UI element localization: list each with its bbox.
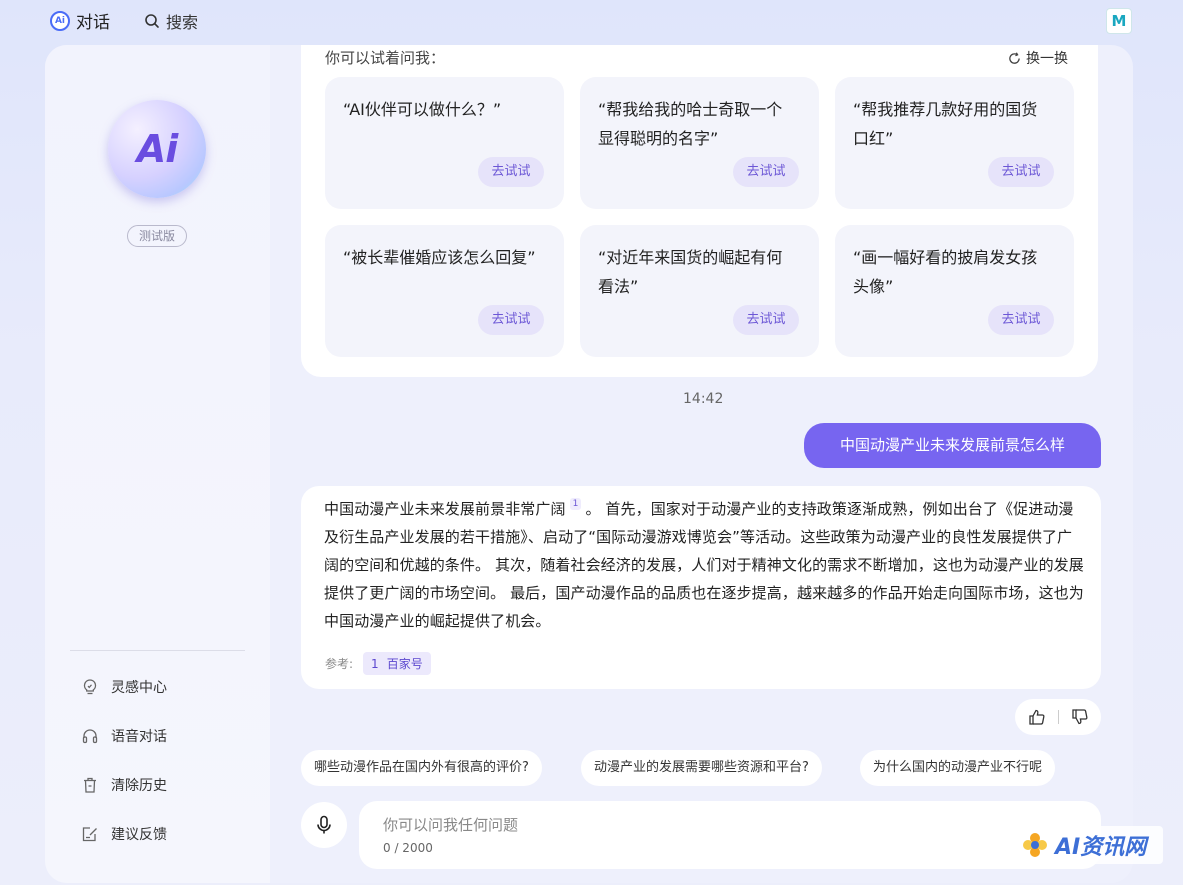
refresh-icon <box>1009 51 1020 64</box>
prompt-card[interactable]: “帮我给我的哈士奇取一个显得聪明的名字” 去试试 <box>580 77 819 209</box>
user-avatar[interactable]: M <box>1106 8 1132 34</box>
prompts-title: 你可以试着问我： <box>325 49 446 67</box>
vote-separator <box>1057 710 1059 724</box>
followup-suggestion[interactable]: 为什么国内的动漫产业不行呢 <box>860 750 1056 786</box>
user-message-bubble: 中国动漫产业未来发展前景怎么样 <box>804 423 1101 468</box>
prompt-text: “对近年来国货的崛起有何看法” <box>598 248 783 296</box>
tab-search-label: 搜索 <box>166 13 199 32</box>
main-panel: Ai 测试版 灵感中心 语音对话 清除历史 建议反馈 你可以试着问我： 换一换 … <box>45 45 1133 883</box>
message-timestamp: 14:42 <box>683 391 724 407</box>
reference-chip[interactable]: 1 百家号 <box>363 652 431 675</box>
tab-chat[interactable]: Ai 对话 <box>50 8 110 33</box>
sidebar: Ai 测试版 灵感中心 语音对话 清除历史 建议反馈 <box>45 45 270 883</box>
prompt-text: “帮我给我的哈士奇取一个显得聪明的名字” <box>598 100 783 148</box>
sidebar-item-label: 清除历史 <box>111 778 167 794</box>
reference-row: 参考: 1 百家号 <box>325 652 431 675</box>
thumbs-down-icon <box>1071 709 1087 725</box>
thumbs-up-icon <box>1028 709 1044 725</box>
sidebar-item-label: 灵感中心 <box>111 680 167 696</box>
sidebar-item-label: 建议反馈 <box>111 827 167 843</box>
sidebar-item-inspiration[interactable]: 灵感中心 <box>81 677 167 697</box>
suggested-prompts-panel: 你可以试着问我： 换一换 “AI伙伴可以做什么？” 去试试 “帮我给我的哈士奇取… <box>301 45 1098 377</box>
try-button[interactable]: 去试试 <box>733 157 799 187</box>
beta-badge: 测试版 <box>127 225 187 247</box>
reference-number: 1 <box>371 656 379 671</box>
reference-label: 参考: <box>325 657 354 671</box>
chat-logo-icon: Ai <box>50 10 70 31</box>
headphones-icon <box>81 727 99 745</box>
chat-input-box: 0 / 2000 <box>359 801 1101 869</box>
feedback-vote-group <box>1015 699 1101 735</box>
lightbulb-icon <box>81 678 99 696</box>
refresh-label: 换一换 <box>1026 51 1068 67</box>
char-counter: 0 / 2000 <box>383 841 433 855</box>
thumbs-down-button[interactable] <box>1069 706 1091 728</box>
voice-input-button[interactable] <box>301 802 347 848</box>
citation-marker[interactable]: 1 <box>569 498 582 510</box>
feedback-icon <box>81 825 99 843</box>
ai-logo-icon: Ai <box>108 100 206 198</box>
try-button[interactable]: 去试试 <box>478 305 544 335</box>
refresh-button[interactable]: 换一换 <box>1008 48 1068 68</box>
ai-logo-text: Ai <box>136 127 178 171</box>
prompt-card[interactable]: “帮我推荐几款好用的国货口红” 去试试 <box>835 77 1074 209</box>
try-button[interactable]: 去试试 <box>988 157 1054 187</box>
flower-icon <box>1023 833 1047 857</box>
tab-search[interactable]: 搜索 <box>144 9 198 33</box>
followup-suggestion[interactable]: 动漫产业的发展需要哪些资源和平台? <box>581 750 822 786</box>
search-icon <box>145 14 159 28</box>
sidebar-item-label: 语音对话 <box>111 729 167 745</box>
prompt-card[interactable]: “对近年来国货的崛起有何看法” 去试试 <box>580 225 819 357</box>
prompt-card[interactable]: “画一幅好看的披肩发女孩头像” 去试试 <box>835 225 1074 357</box>
tab-chat-label: 对话 <box>76 13 110 33</box>
sidebar-item-voice-chat[interactable]: 语音对话 <box>81 726 167 746</box>
ai-answer-card: 中国动漫产业未来发展前景非常广阔 1。 首先，国家对于动漫产业的支持政策逐渐成熟，… <box>301 486 1101 689</box>
followup-suggestion[interactable]: 哪些动漫作品在国内外有很高的评价? <box>301 750 542 786</box>
answer-text-part: 中国动漫产业未来发展前景非常广阔 <box>324 500 566 518</box>
watermark-logo: AI资讯网 <box>1013 826 1163 864</box>
prompt-text: “AI伙伴可以做什么？” <box>343 100 502 119</box>
reference-source: 百家号 <box>386 657 423 671</box>
watermark-text: AI资讯网 <box>1055 835 1147 860</box>
answer-text: 中国动漫产业未来发展前景非常广阔 1。 首先，国家对于动漫产业的支持政策逐渐成熟，… <box>324 495 1084 635</box>
sidebar-item-feedback[interactable]: 建议反馈 <box>81 824 167 844</box>
try-button[interactable]: 去试试 <box>478 157 544 187</box>
prompt-text: “被长辈催婚应该怎么回复” <box>343 248 536 267</box>
thumbs-up-button[interactable] <box>1026 706 1048 728</box>
top-bar: Ai 对话 搜索 M <box>0 0 1183 42</box>
prompt-card[interactable]: “被长辈催婚应该怎么回复” 去试试 <box>325 225 564 357</box>
microphone-icon <box>317 815 331 834</box>
trash-icon <box>81 776 99 794</box>
sidebar-item-clear-history[interactable]: 清除历史 <box>81 775 167 795</box>
try-button[interactable]: 去试试 <box>733 305 799 335</box>
try-button[interactable]: 去试试 <box>988 305 1054 335</box>
prompt-text: “画一幅好看的披肩发女孩头像” <box>853 248 1038 296</box>
sidebar-divider <box>70 650 245 651</box>
prompt-card[interactable]: “AI伙伴可以做什么？” 去试试 <box>325 77 564 209</box>
answer-text-part: 。 首先，国家对于动漫产业的支持政策逐渐成熟，例如出台了《促进动漫及衍生品产业发… <box>324 500 1084 630</box>
prompt-text: “帮我推荐几款好用的国货口红” <box>853 100 1038 148</box>
chat-input[interactable] <box>383 813 983 837</box>
